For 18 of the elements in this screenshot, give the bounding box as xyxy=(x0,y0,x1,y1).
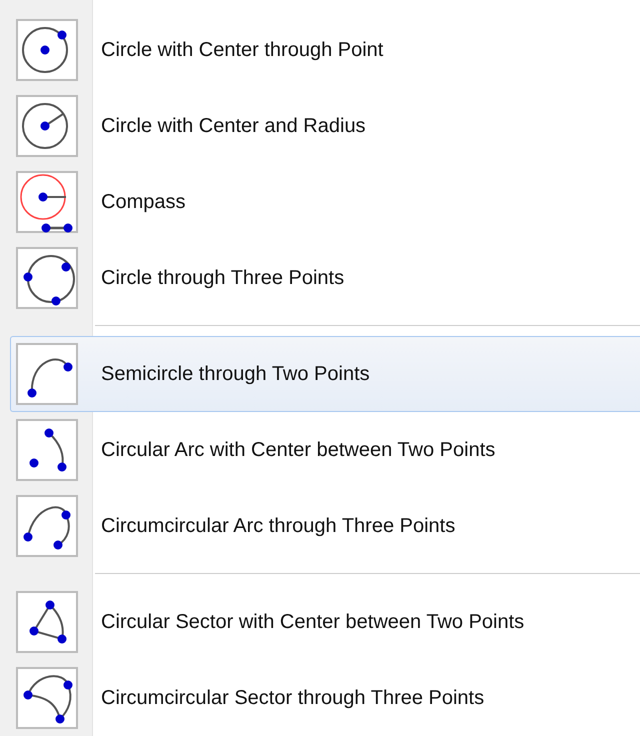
menu-item[interactable]: Circumcircular Arc through Three Points xyxy=(10,488,640,564)
menu-item[interactable]: Semicircle through Two Points xyxy=(10,336,640,412)
circle-with-radius-icon xyxy=(16,95,78,157)
circle-with-points-icon xyxy=(16,247,78,309)
sector-icon xyxy=(16,667,78,729)
menu-item[interactable]: Circumcircular Sector through Three Points xyxy=(10,660,640,736)
arc-icon xyxy=(16,495,78,557)
menu-item[interactable]: Circle with Center through Point xyxy=(10,12,640,88)
menu-item[interactable]: Circular Arc with Center between Two Points xyxy=(10,412,640,488)
menu-item[interactable]: Compass xyxy=(10,164,640,240)
menu-item[interactable]: Circle with Center and Radius xyxy=(10,88,640,164)
compass-icon xyxy=(16,171,78,233)
semicircle-icon xyxy=(16,343,78,405)
circle-with-point-icon xyxy=(16,19,78,81)
arc-icon xyxy=(16,419,78,481)
menu-item[interactable]: Circle through Three Points xyxy=(10,240,640,316)
sector-icon xyxy=(16,591,78,653)
menu-item[interactable]: Circular Sector with Center between Two Points xyxy=(10,584,640,660)
